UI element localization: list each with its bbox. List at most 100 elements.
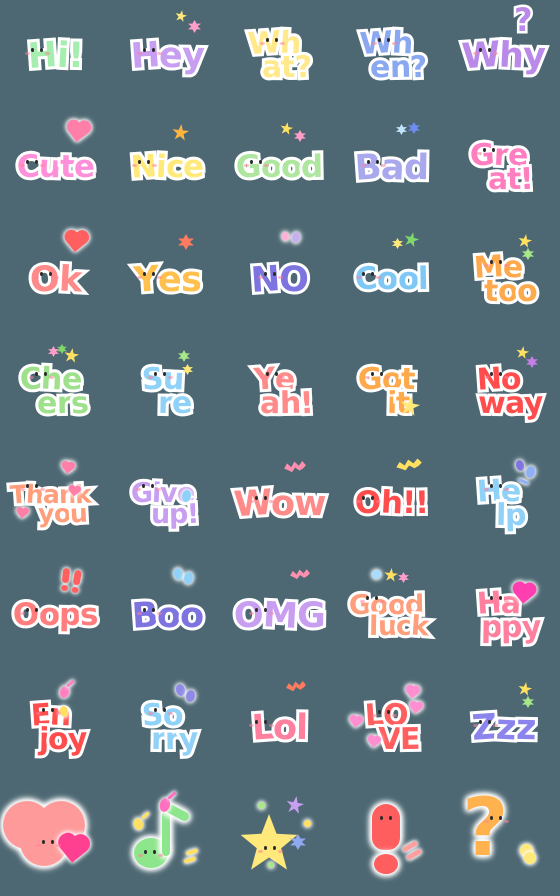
sticker-me-too[interactable]: Metoo [456,232,552,328]
sticker-cell[interactable]: Boo [112,560,224,672]
sticker-cell[interactable]: Cool [336,224,448,336]
sticker-zzz[interactable]: Zzz [456,680,552,776]
sticker-cell[interactable]: Wow [224,448,336,560]
sticker-cell[interactable]: Sorry [112,672,224,784]
sticker-cell[interactable]: Metoo [448,224,560,336]
sticker-letter: o [50,495,74,530]
sticker-cheers[interactable]: Cheers [8,344,104,440]
sticker-cell[interactable]: Goodluck [336,560,448,672]
sticker-sorry[interactable]: Sorry [120,680,216,776]
sticker-omg[interactable]: OMG [230,568,329,664]
sticker-cell[interactable]: Wh e n? [336,0,448,112]
sticker-cell[interactable]: Thankyou [0,448,112,560]
sticker-cell[interactable]: OMG [224,560,336,672]
sticker-star-emoji[interactable] [232,792,328,888]
sticker-letter: n [386,46,414,87]
sticker-line: Hi! [24,32,87,80]
sticker-great[interactable]: Gr e a t! [456,120,552,216]
sticker-cell[interactable]: Wh a t? [224,0,336,112]
sticker-cell[interactable] [224,784,336,896]
sticker-what[interactable]: Wh a t? [232,8,328,104]
sticker-letter: p [502,494,530,535]
sticker-cell[interactable]: Yes [112,224,224,336]
sticker-cute[interactable]: Cute [8,120,104,216]
heart-icon [65,231,87,253]
sticker-nice[interactable]: Nice [120,120,216,216]
sticker-oops[interactable]: Oops [8,567,104,664]
sticker-good[interactable]: Good [232,120,328,216]
sticker-cell[interactable]: NO [224,224,336,336]
sticker-yes[interactable]: Yes [120,232,216,328]
sticker-exclamation-emoji[interactable] [344,792,440,888]
sticker-bad[interactable]: Bad [344,120,440,216]
sticker-happy[interactable]: Happy [456,568,552,664]
sticker-letter: t [481,270,502,311]
sticker-music-note-emoji[interactable] [120,791,216,888]
sticker-hey[interactable]: Hey [120,8,216,104]
sticker-cell[interactable]: Noway [448,336,560,448]
heart-icon [513,583,534,604]
sticker-cell[interactable]: Gotit [336,336,448,448]
sticker-no[interactable]: NO [232,231,328,328]
sticker-cell[interactable]: Nice [112,112,224,224]
sticker-good-luck[interactable]: Goodluck [344,568,440,664]
sticker-cell[interactable] [112,784,224,896]
sticker-love[interactable]: LOVE [344,680,440,776]
sticker-question-emoji[interactable]: ? [456,788,552,888]
sticker-letter: e [168,382,195,423]
sticker-got-it[interactable]: Gotit [344,344,440,440]
sticker-cell[interactable]: ? [448,784,560,896]
sticker-help[interactable]: Help [456,456,552,552]
sticker-thank-you[interactable]: Thankyou [6,456,104,552]
sticker-letter: r [155,382,176,423]
sticker-cell[interactable]: Good [224,112,336,224]
sticker-yeah[interactable]: Ye a h! [232,344,328,440]
sticker-cell[interactable]: Oops [0,560,112,672]
sticker-why[interactable]: Wh y? [456,2,552,104]
sticker-cell[interactable]: Enjoy [0,672,112,784]
sticker-wow[interactable]: Wow [229,456,330,552]
sticker-cell[interactable]: Giveup! [112,448,224,560]
sticker-sure[interactable]: Sure [120,344,216,440]
sticker-cell[interactable]: Happy [448,560,560,672]
sticker-line: Ok [26,256,86,304]
sticker-give-up[interactable]: Giveup! [120,456,216,552]
sticker-heart-emoji[interactable] [0,791,104,888]
sticker-letter: N [247,256,285,304]
sticker-no-way[interactable]: Noway [456,344,552,440]
sticker-line: luck [366,607,433,645]
sticker-line: a h! [257,382,317,424]
sticker-cell[interactable]: Lol [224,672,336,784]
sticker-letter: l [293,704,312,750]
sticker-cell[interactable] [0,784,112,896]
sticker-cell[interactable]: Oh!! [336,448,448,560]
sticker-cool[interactable]: Cool [344,232,440,328]
heart-icon [59,835,88,864]
sticker-cell[interactable]: Cute [0,112,112,224]
sticker-oh[interactable]: Oh!! [344,456,440,552]
sticker-when[interactable]: Wh e n? [344,8,440,104]
sticker-cell[interactable]: Help [448,448,560,560]
sticker-letter: Z [468,704,502,752]
sticker-lol[interactable]: Lol [232,680,328,776]
sticker-cell[interactable] [336,784,448,896]
sticker-enjoy[interactable]: Enjoy [8,679,104,776]
sticker-cell[interactable]: Wh y? [448,0,560,112]
sticker-hi[interactable]: Hi! [8,8,104,104]
sticker-letter: W [457,31,504,80]
sticker-cell[interactable]: Sure [112,336,224,448]
sticker-cell[interactable]: Cheers [0,336,112,448]
sticker-cell[interactable]: Ye a h! [224,336,336,448]
sticker-cell[interactable]: Gr e a t! [448,112,560,224]
sticker-letter: u [66,495,91,531]
sticker-letter: p [477,606,505,647]
sticker-cell[interactable]: Ok [0,224,112,336]
sticker-cell[interactable]: Bad [336,112,448,224]
sticker-ok[interactable]: Ok [8,232,104,328]
sticker-cell[interactable]: Hey [112,0,224,112]
sticker-boo[interactable]: Boo [120,566,216,664]
sticker-cell[interactable]: Zzz [448,672,560,784]
sticker-cell[interactable]: Hi! [0,0,112,112]
sticker-cell[interactable]: LOVE [336,672,448,784]
sticker-line: Cute [13,146,98,190]
